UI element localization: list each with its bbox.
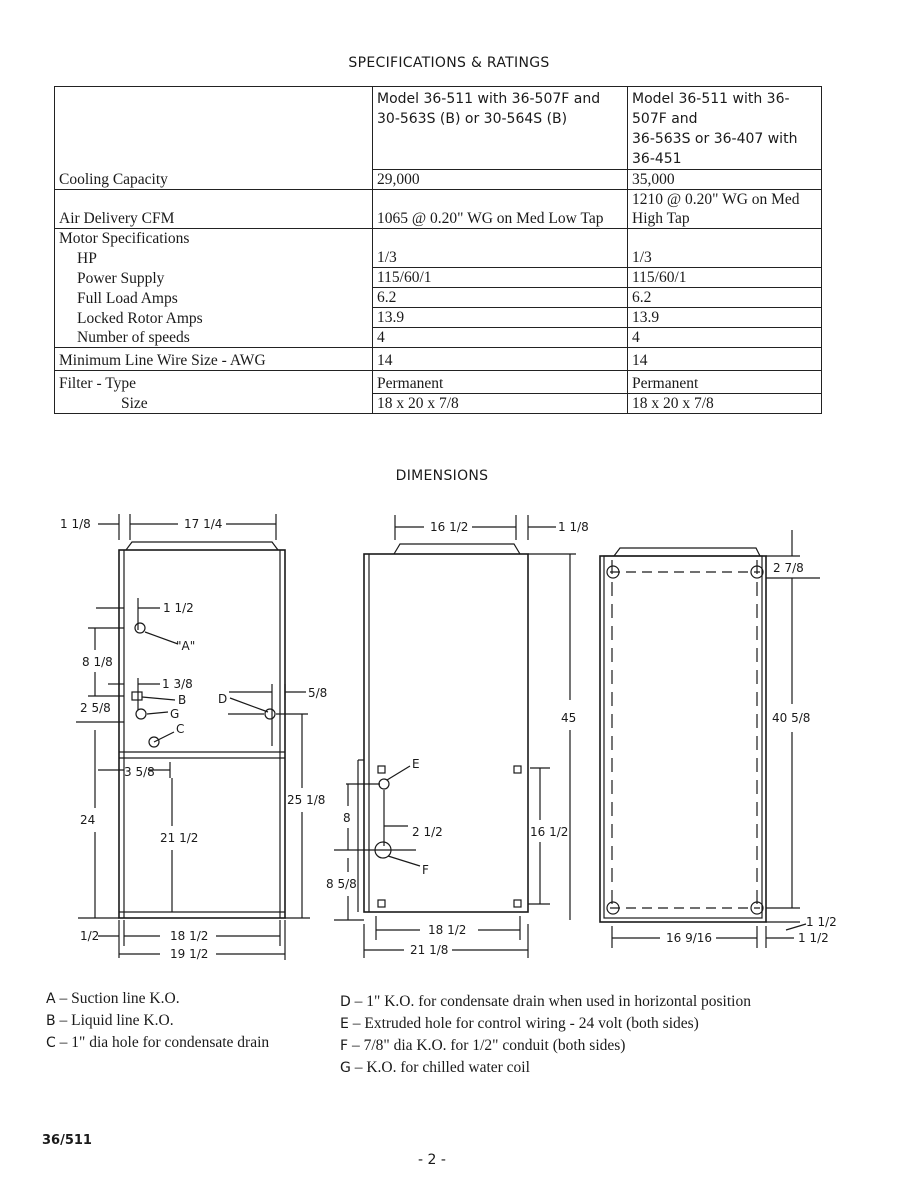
legend-text: Extruded hole for control wiring - 24 vo…: [364, 1015, 699, 1032]
legend-dash: –: [351, 1037, 360, 1054]
legend-item: E – Extruded hole for control wiring - 2…: [340, 1013, 751, 1035]
legend-item: D – 1" K.O. for condensate drain when us…: [340, 991, 751, 1013]
back-view: 2 7/8 40 5/8 1 1/2 16 9/16 1 1/2: [599, 530, 837, 948]
dim-label: 8 1/8: [82, 655, 113, 669]
dim-label: 8: [343, 811, 351, 825]
legend-key: C: [46, 1035, 56, 1051]
dim-label: 3 5/8: [124, 765, 155, 779]
dim-label: 1 1/2: [806, 915, 837, 929]
legend-dash: –: [59, 1034, 68, 1051]
dim-label: 24: [80, 813, 95, 827]
hole-marker: [377, 899, 386, 908]
legend-key: B: [46, 1013, 56, 1029]
legend-text: K.O. for chilled water coil: [366, 1059, 530, 1076]
hole-marker: [513, 765, 522, 774]
legend-dash: –: [354, 1059, 363, 1076]
dim-label: 21 1/8: [410, 943, 448, 957]
front-cabinet-outline: [118, 549, 286, 919]
legend-dash: –: [352, 1015, 361, 1032]
dim-label: 1 3/8: [162, 677, 193, 691]
legend-key: E: [340, 1016, 349, 1032]
leader-line: [386, 765, 411, 781]
callout-b: B: [178, 693, 186, 707]
dim-label: 1 1/8: [60, 517, 91, 531]
dim-label: 2 7/8: [773, 561, 804, 575]
knockout-g: [135, 708, 147, 720]
legend-item: C – 1" dia hole for condensate drain: [46, 1032, 269, 1054]
callout-e: E: [412, 757, 420, 771]
callout-g: G: [170, 707, 179, 721]
dim-label: 19 1/2: [170, 947, 208, 961]
footer-model-code: 36/511: [42, 1133, 92, 1148]
dim-label: 1 1/8: [558, 520, 589, 534]
legend-dash: –: [59, 1012, 68, 1029]
side-cabinet-outline: [363, 553, 529, 913]
legend-key: F: [340, 1038, 349, 1054]
dim-label: 40 5/8: [772, 711, 810, 725]
dim-label: 45: [561, 711, 576, 725]
legend-text: Suction line K.O.: [71, 990, 180, 1007]
dim-label: 18 1/2: [428, 923, 466, 937]
legend-key: G: [340, 1060, 351, 1076]
legend-text: Liquid line K.O.: [71, 1012, 174, 1029]
leader-line: [387, 855, 421, 867]
legend-item: F – 7/8" dia K.O. for 1/2" conduit (both…: [340, 1035, 751, 1057]
leader-line: [141, 696, 176, 701]
dim-label: 1 1/2: [163, 601, 194, 615]
leader-line: [144, 631, 179, 645]
leader-line: [146, 711, 169, 715]
dim-label: 21 1/2: [160, 831, 198, 845]
back-inner-outline: [603, 555, 763, 919]
back-top-lip: [613, 547, 761, 557]
hole-marker: [513, 899, 522, 908]
dim-label: 16 1/2: [530, 825, 568, 839]
callout-f: F: [422, 863, 429, 877]
hole-marker: [377, 765, 386, 774]
dim-label: 2 5/8: [80, 701, 111, 715]
callout-d: D: [218, 692, 227, 706]
dim-label: 1/2: [80, 929, 99, 943]
legend-left: A – Suction line K.O. B – Liquid line K.…: [46, 988, 269, 1054]
side-top-lip: [393, 543, 521, 555]
leader-line: [785, 923, 807, 931]
leader-line: [153, 731, 175, 743]
dim-label: 16 1/2: [430, 520, 468, 534]
dim-label: 25 1/8: [287, 793, 325, 807]
side-view: 16 1/2 1 1/8 45 E 2 1/2 8 F 8 5/8 16 1/2…: [326, 515, 589, 958]
legend-dash: –: [59, 990, 68, 1007]
dim-label: 16 9/16: [666, 931, 712, 945]
dim-label: 2 1/2: [412, 825, 443, 839]
dim-label: 17 1/4: [184, 517, 222, 531]
legend-item: G – K.O. for chilled water coil: [340, 1057, 751, 1079]
legend-right: D – 1" K.O. for condensate drain when us…: [340, 991, 751, 1079]
knockout-d: [264, 708, 276, 720]
legend-text: 1" dia hole for condensate drain: [71, 1034, 270, 1051]
legend-key: A: [46, 991, 56, 1007]
dim-label: 8 5/8: [326, 877, 357, 891]
legend-dash: –: [354, 993, 363, 1010]
dim-label: 18 1/2: [170, 929, 208, 943]
knockout-a: [134, 622, 146, 634]
page-number: - 2 -: [418, 1152, 446, 1168]
back-cabinet-outline: [599, 555, 767, 923]
dim-label: 5/8: [308, 686, 327, 700]
leader-line: [229, 697, 269, 713]
dim-label: 1 1/2: [798, 931, 829, 945]
callout-c: C: [176, 722, 184, 736]
front-view: 1 1/8 17 1/4 1 1/2 "A" 8 1/8 1 3/8 B G 2…: [60, 514, 327, 961]
front-top-lip: [125, 541, 279, 551]
knockout-b: [131, 691, 143, 701]
legend-text: 1" K.O. for condensate drain when used i…: [366, 993, 751, 1010]
hole-e: [378, 778, 390, 790]
legend-text: 7/8" dia K.O. for 1/2" conduit (both sid…: [363, 1037, 626, 1054]
legend-item: A – Suction line K.O.: [46, 988, 269, 1010]
legend-key: D: [340, 994, 351, 1010]
legend-item: B – Liquid line K.O.: [46, 1010, 269, 1032]
callout-a: "A": [176, 639, 195, 653]
